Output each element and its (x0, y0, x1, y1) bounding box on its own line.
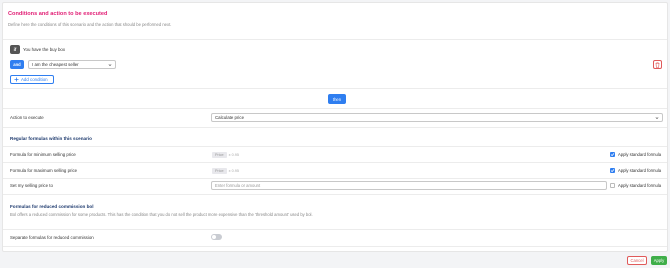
selling-price-label: Set my selling price to (10, 183, 53, 188)
scenario-card: Conditions and action to be executed Def… (2, 2, 668, 252)
action-select[interactable]: Calculate price (211, 113, 663, 122)
divider (3, 229, 667, 230)
page-title: Conditions and action to be executed (8, 11, 108, 17)
checkbox-unchecked[interactable] (610, 183, 615, 188)
min-price-label: Formula for minimum selling price (10, 152, 76, 157)
then-button[interactable]: then (328, 94, 346, 104)
cancel-button[interactable]: Cancel (627, 256, 647, 265)
max-price-label: Formula for maximum selling price (10, 168, 78, 173)
selling-price-placeholder: Enter formula or amount (215, 183, 261, 188)
reduced-commission-heading: Formulas for reduced commission bol (10, 204, 94, 209)
separate-formulas-toggle[interactable] (211, 234, 222, 240)
price-chip: Price (212, 167, 227, 174)
checkbox-label: Apply standard formula (618, 168, 662, 173)
formula-operator: x 0.95 (228, 152, 239, 157)
trash-icon (655, 61, 660, 68)
if-badge: if (10, 45, 20, 54)
check-icon (610, 153, 615, 157)
chevron-down-icon (108, 63, 112, 66)
divider (3, 127, 667, 128)
check-icon (610, 169, 615, 173)
delete-condition-button[interactable] (653, 60, 662, 69)
regular-formulas-heading: Regular formulas within this scenario (10, 136, 92, 141)
min-price-formula[interactable]: Price x 0.95 (212, 150, 602, 159)
checkbox-checked[interactable] (610, 168, 615, 173)
action-label: Action to execute (10, 115, 44, 120)
checkbox-checked[interactable] (610, 152, 615, 157)
separate-formulas-label: Separate formulas for reduced commission (10, 235, 94, 240)
max-price-formula[interactable]: Price x 0.95 (212, 166, 602, 175)
min-price-standard-checkbox[interactable]: Apply standard formula (610, 152, 661, 157)
and-condition-select[interactable]: I am the cheapest seller (28, 60, 116, 69)
divider (3, 108, 667, 109)
checkbox-label: Apply standard formula (618, 183, 662, 188)
plus-icon (14, 77, 19, 82)
selling-price-standard-checkbox[interactable]: Apply standard formula (610, 183, 661, 188)
divider (3, 162, 667, 163)
checkbox-label: Apply standard formula (618, 152, 662, 157)
divider (3, 39, 667, 40)
divider (3, 88, 667, 89)
max-price-standard-checkbox[interactable]: Apply standard formula (610, 168, 661, 173)
selling-price-input[interactable]: Enter formula or amount (211, 181, 607, 190)
divider (3, 246, 667, 247)
price-chip: Price (212, 151, 227, 158)
apply-button[interactable]: Apply (651, 256, 667, 265)
add-condition-label: Add condition (21, 77, 48, 82)
chevron-down-icon (655, 116, 659, 119)
action-select-value: Calculate price (215, 115, 245, 120)
divider (3, 146, 667, 147)
formula-operator: x 0.95 (228, 168, 239, 173)
and-badge[interactable]: and (10, 60, 24, 69)
page-description: Define here the conditions of this scena… (8, 22, 172, 27)
add-condition-button[interactable]: Add condition (10, 75, 54, 84)
reduced-commission-description: Bol offers a reduced commission for some… (10, 212, 313, 217)
divider (3, 194, 667, 195)
if-condition-text: You have the buy box (23, 47, 66, 52)
and-condition-value: I am the cheapest seller (32, 62, 79, 67)
divider (3, 178, 667, 179)
